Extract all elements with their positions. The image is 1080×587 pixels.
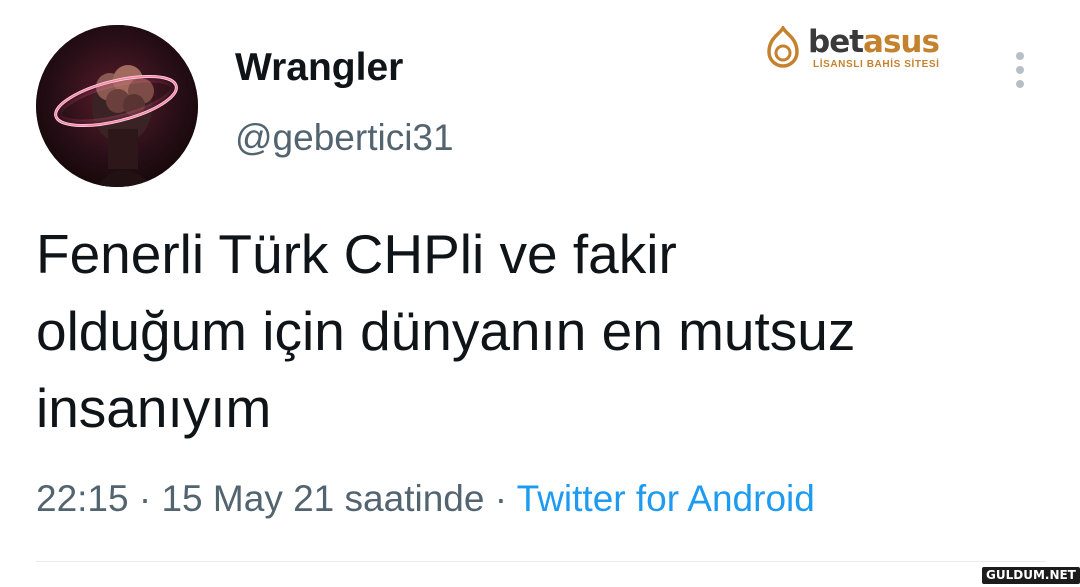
tweet-source-link[interactable]: Twitter for Android (517, 478, 815, 519)
tweet-line: olduğum için dünyanın en mutsuz (36, 300, 856, 362)
tweet-line: insanıyım (36, 377, 272, 439)
more-vertical-icon[interactable] (1008, 50, 1032, 90)
site-watermark-badge: GULDUM.NET (982, 567, 1080, 584)
avatar[interactable] (36, 25, 198, 187)
avatar-image (36, 25, 198, 187)
divider (36, 561, 1046, 562)
brand-watermark: betasus LİSANSLI BAHİS SİTESİ (762, 22, 967, 74)
brand-wordmark: betasus (808, 24, 940, 60)
display-name[interactable]: Wrangler (235, 48, 403, 87)
tweet-line: Fenerli Türk CHPli ve fakir (36, 223, 677, 285)
meta-separator: · (128, 478, 162, 519)
tweet-date[interactable]: 15 May 21 saatinde (161, 478, 484, 519)
user-handle[interactable]: @gebertici31 (235, 119, 454, 156)
meta-separator: · (484, 478, 517, 519)
tweet-time[interactable]: 22:15 (36, 478, 129, 519)
tweet-meta: 22:15 · 15 May 21 saatinde · Twitter for… (36, 475, 815, 523)
tweet-text: Fenerli Türk CHPli ve fakir olduğum için … (36, 216, 1046, 447)
brand-subtitle: LİSANSLI BAHİS SİTESİ (813, 59, 940, 70)
betasus-logo-icon (767, 26, 799, 68)
